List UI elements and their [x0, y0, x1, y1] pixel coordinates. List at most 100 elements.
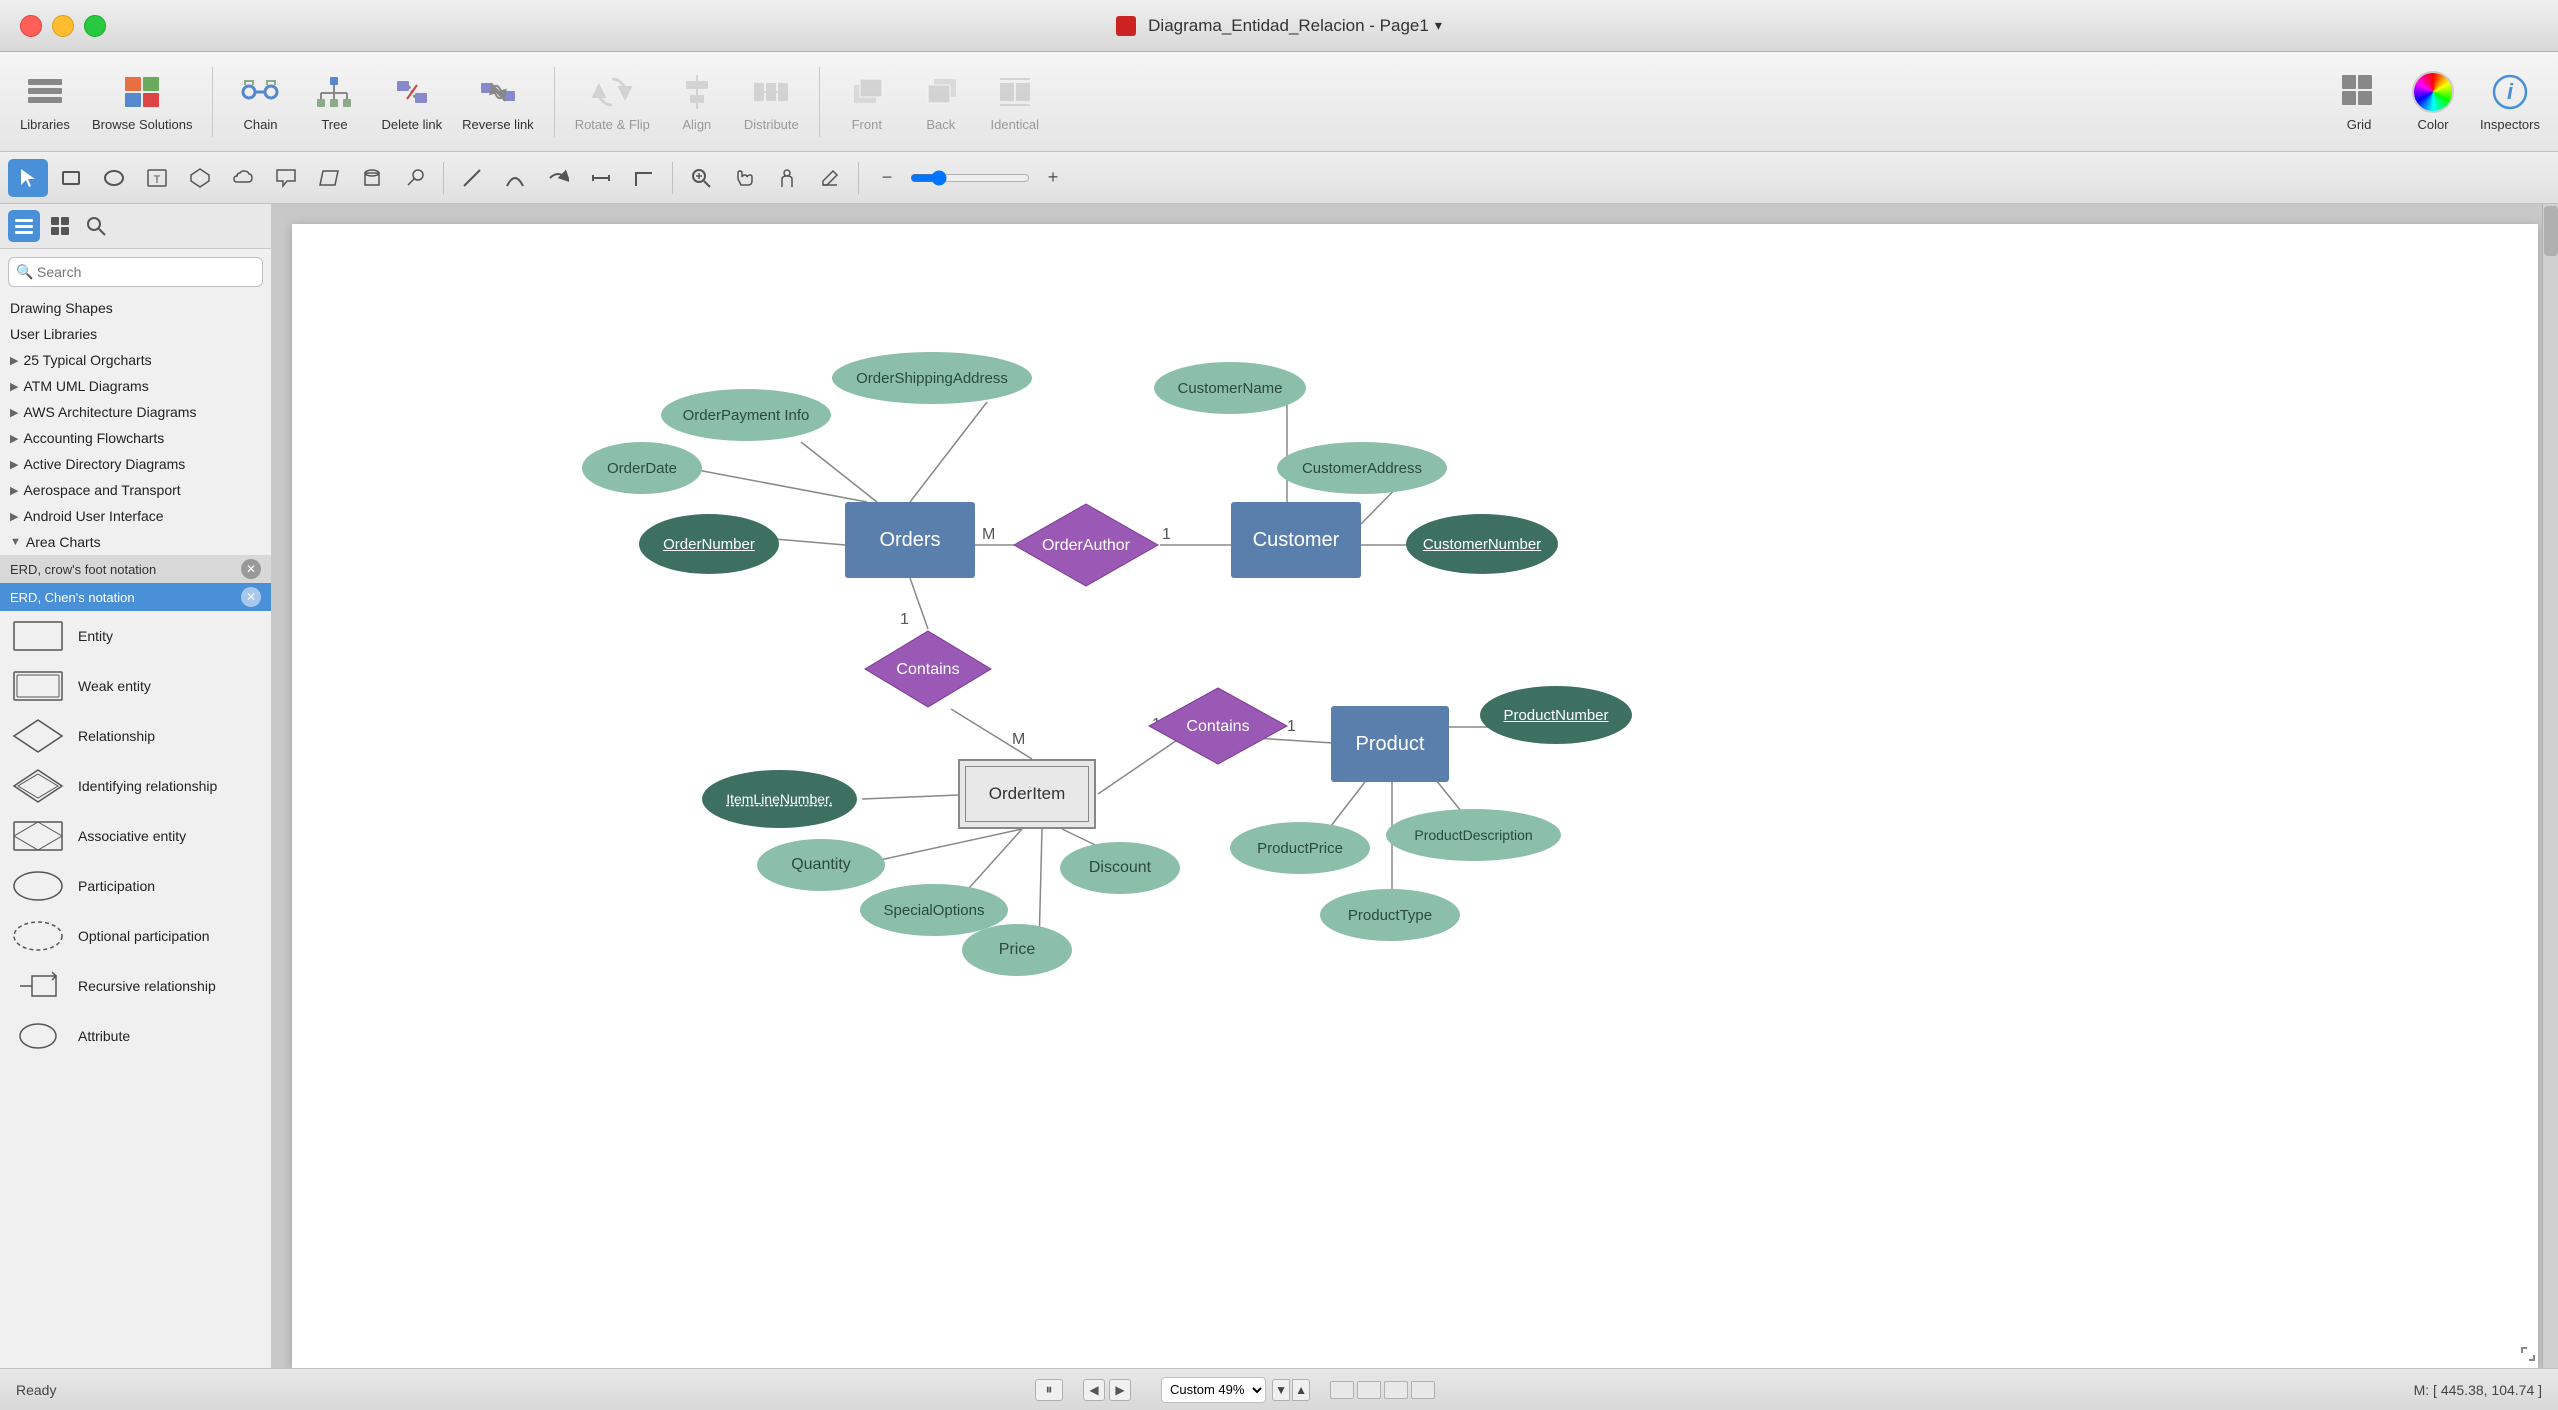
associative-entity-shape-item[interactable]: Associative entity	[0, 811, 271, 861]
customer-name-node[interactable]: CustomerName	[1154, 362, 1306, 414]
customer-node[interactable]: Customer	[1231, 502, 1361, 578]
zoom-slider[interactable]	[910, 170, 1030, 186]
contains1-node[interactable]: Contains	[863, 629, 993, 709]
zoom-down-button[interactable]: ▼	[1272, 1379, 1290, 1401]
title-dropdown-arrow[interactable]: ▾	[1435, 17, 1442, 34]
elbow-tool[interactable]	[624, 159, 664, 197]
color-button[interactable]: Color	[2398, 65, 2468, 138]
rotate-flip-button[interactable]: Rotate & Flip	[567, 65, 658, 138]
prev-page-button[interactable]: ◀	[1083, 1379, 1105, 1401]
pause-button[interactable]: ⏸	[1035, 1379, 1063, 1401]
pencil-tool[interactable]	[810, 159, 850, 197]
page-view-3[interactable]	[1384, 1381, 1408, 1399]
zoom-tool[interactable]	[681, 159, 721, 197]
bidirectional-tool[interactable]	[581, 159, 621, 197]
align-button[interactable]: Align	[662, 65, 732, 138]
callout-tool[interactable]	[266, 159, 306, 197]
lollipop-tool[interactable]	[395, 159, 435, 197]
page-view-2[interactable]	[1357, 1381, 1381, 1399]
tree-button[interactable]: Tree	[299, 65, 369, 138]
active-dir-section[interactable]: ▶ Active Directory Diagrams	[0, 451, 271, 477]
atm-uml-section[interactable]: ▶ ATM UML Diagrams	[0, 373, 271, 399]
list-view-button[interactable]	[8, 210, 40, 242]
chain-button[interactable]: Chain	[225, 65, 295, 138]
select-tool[interactable]	[8, 159, 48, 197]
browse-solutions-button[interactable]: Browse Solutions	[84, 65, 200, 138]
line-tool[interactable]	[452, 159, 492, 197]
poly-tool[interactable]	[180, 159, 220, 197]
25-orgcharts-section[interactable]: ▶ 25 Typical Orgcharts	[0, 347, 271, 373]
erd-crows-close[interactable]: ✕	[241, 559, 261, 579]
identical-button[interactable]: Identical	[980, 65, 1050, 138]
weak-entity-shape-item[interactable]: Weak entity	[0, 661, 271, 711]
zoom-out-button[interactable]: −	[867, 159, 907, 197]
participation-shape-item[interactable]: Participation	[0, 861, 271, 911]
erd-crows-panel[interactable]: ERD, crow's foot notation ✕	[0, 555, 271, 583]
libraries-button[interactable]: Libraries	[10, 65, 80, 138]
erd-chens-close[interactable]: ✕	[241, 587, 261, 607]
page-view-4[interactable]	[1411, 1381, 1435, 1399]
parallelogram-tool[interactable]	[309, 159, 349, 197]
discount-node[interactable]: Discount	[1060, 842, 1180, 894]
recursive-rel-shape-item[interactable]: Recursive relationship	[0, 961, 271, 1011]
orders-node[interactable]: Orders	[845, 502, 975, 578]
zoom-in-button[interactable]: +	[1033, 159, 1073, 197]
product-description-node[interactable]: ProductDescription	[1386, 809, 1561, 861]
search-input[interactable]	[8, 257, 263, 287]
product-number-node[interactable]: ProductNumber	[1480, 686, 1632, 744]
canvas-area[interactable]: M 1 1	[272, 204, 2558, 1368]
close-button[interactable]	[20, 15, 42, 37]
order-item-node[interactable]: OrderItem	[958, 759, 1096, 829]
attribute-shape-item[interactable]: Attribute	[0, 1011, 271, 1061]
zoom-up-button[interactable]: ▲	[1292, 1379, 1310, 1401]
vertical-scrollbar[interactable]	[2542, 204, 2558, 1368]
page-view-1[interactable]	[1330, 1381, 1354, 1399]
delete-link-button[interactable]: Delete link	[373, 65, 450, 138]
android-ui-section[interactable]: ▶ Android User Interface	[0, 503, 271, 529]
maximize-button[interactable]	[84, 15, 106, 37]
item-line-number-node[interactable]: ItemLineNumber.	[702, 770, 857, 828]
order-payment-info-node[interactable]: OrderPayment Info	[661, 389, 831, 441]
entity-shape-item[interactable]: Entity	[0, 611, 271, 661]
hand-tool[interactable]	[724, 159, 764, 197]
erd-chens-panel[interactable]: ERD, Chen's notation ✕	[0, 583, 271, 611]
text-tool[interactable]: T	[137, 159, 177, 197]
order-date-node[interactable]: OrderDate	[582, 442, 702, 494]
canvas[interactable]: M 1 1	[292, 224, 2538, 1368]
customer-number-node[interactable]: CustomerNumber	[1406, 514, 1558, 574]
inspectors-button[interactable]: i Inspectors	[2472, 65, 2548, 138]
customer-address-node[interactable]: CustomerAddress	[1277, 442, 1447, 494]
zoom-select[interactable]: Custom 49% 25% 50% 75% 100% 150% 200%	[1161, 1377, 1266, 1403]
minimize-button[interactable]	[52, 15, 74, 37]
ellipse-tool[interactable]	[94, 159, 134, 197]
reverse-link-button[interactable]: Reverse link	[454, 65, 542, 138]
order-number-node[interactable]: OrderNumber	[639, 514, 779, 574]
cylinder-tool[interactable]	[352, 159, 392, 197]
distribute-button[interactable]: Distribute	[736, 65, 807, 138]
curve-tool[interactable]	[495, 159, 535, 197]
person-tool[interactable]	[767, 159, 807, 197]
cloud-tool[interactable]	[223, 159, 263, 197]
grid-button[interactable]: Grid	[2324, 65, 2394, 138]
contains2-node[interactable]: Contains	[1147, 686, 1289, 766]
order-author-node[interactable]: OrderAuthor	[1012, 502, 1160, 588]
order-shipping-address-node[interactable]: OrderShippingAddress	[832, 352, 1032, 404]
product-type-node[interactable]: ProductType	[1320, 889, 1460, 941]
accounting-section[interactable]: ▶ Accounting Flowcharts	[0, 425, 271, 451]
search-button[interactable]	[80, 210, 112, 242]
expand-button[interactable]	[2516, 1342, 2540, 1366]
relationship-shape-item[interactable]: Relationship	[0, 711, 271, 761]
quantity-node[interactable]: Quantity	[757, 839, 885, 891]
optional-participation-shape-item[interactable]: Optional participation	[0, 911, 271, 961]
area-charts-section[interactable]: ▼ Area Charts	[0, 529, 271, 555]
user-libraries-section[interactable]: User Libraries	[0, 321, 271, 347]
aerospace-section[interactable]: ▶ Aerospace and Transport	[0, 477, 271, 503]
aws-arch-section[interactable]: ▶ AWS Architecture Diagrams	[0, 399, 271, 425]
back-button[interactable]: Back	[906, 65, 976, 138]
arc-tool[interactable]	[538, 159, 578, 197]
price-node[interactable]: Price	[962, 924, 1072, 976]
front-button[interactable]: Front	[832, 65, 902, 138]
grid-view-button[interactable]	[44, 210, 76, 242]
next-page-button[interactable]: ▶	[1109, 1379, 1131, 1401]
product-node[interactable]: Product	[1331, 706, 1449, 782]
